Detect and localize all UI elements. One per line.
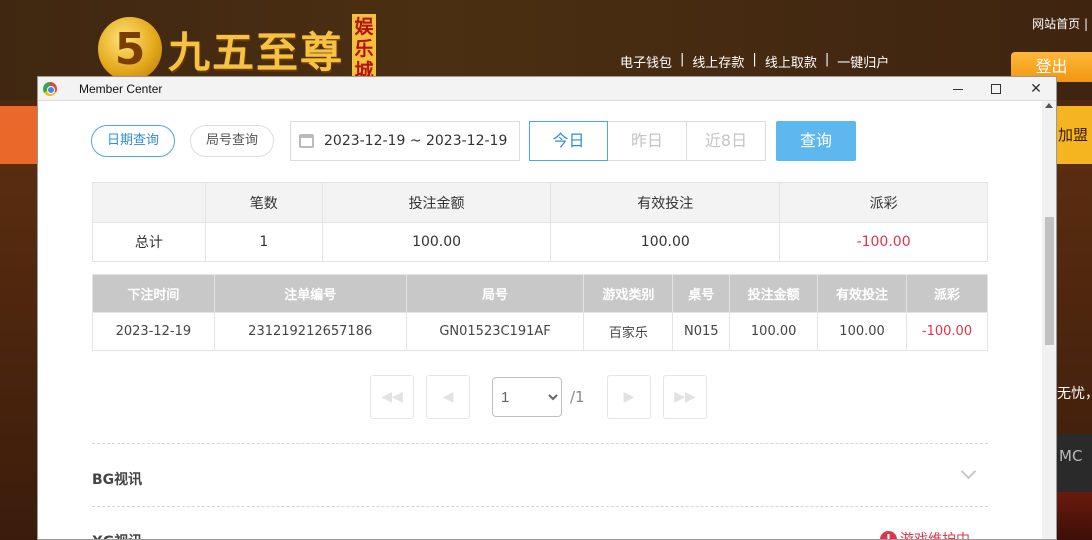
summary-header-cell: 有效投注 xyxy=(550,182,781,223)
alert-icon: ! xyxy=(880,530,897,539)
valid-bet-cell: 100.00 xyxy=(817,312,907,351)
calendar-icon xyxy=(299,134,314,148)
close-button[interactable]: ✕ xyxy=(1016,77,1056,101)
close-icon: ✕ xyxy=(1030,81,1042,97)
detail-header-cell: 局号 xyxy=(405,274,585,313)
filter-yesterday-button[interactable]: 昨日 xyxy=(608,121,687,161)
detail-header-cell: 下注时间 xyxy=(92,274,215,313)
summary-header-cell: 派彩 xyxy=(779,182,988,223)
summary-cell: 100.00 xyxy=(321,222,552,262)
detail-header-row: 下注时间 注单编号 局号 游戏类别 桌号 投注金额 有效投注 派彩 xyxy=(92,274,988,313)
chevron-left-icon: ◀ xyxy=(442,389,454,405)
bet-detail-table: 下注时间 注单编号 局号 游戏类别 桌号 投注金额 有效投注 派彩 2023-1… xyxy=(92,274,988,351)
detail-header-cell: 有效投注 xyxy=(817,274,907,313)
minimize-icon xyxy=(953,88,963,90)
query-button[interactable]: 查询 xyxy=(776,121,856,161)
detail-header-cell: 游戏类别 xyxy=(583,274,674,313)
summary-cell: 1 xyxy=(204,222,323,262)
browser-app-icon xyxy=(43,81,57,96)
detail-header-cell: 桌号 xyxy=(672,274,731,313)
summary-header-cell: 笔数 xyxy=(204,182,323,223)
filter-today-button[interactable]: 今日 xyxy=(529,121,608,161)
side-banner-text: 无忧， xyxy=(1057,386,1092,402)
minimize-button[interactable] xyxy=(938,77,978,101)
join-banner[interactable]: 加盟 xyxy=(1056,106,1092,164)
summary-cell: 总计 xyxy=(92,222,206,262)
payout-cell: -100.00 xyxy=(906,312,988,351)
section-divider xyxy=(92,443,988,444)
filter-8days-button[interactable]: 近8日 xyxy=(687,121,766,161)
summary-cell: -100.00 xyxy=(779,222,988,262)
chevron-right-icon: ▶ xyxy=(623,389,635,405)
logo-emblem: 5 xyxy=(98,17,162,81)
summary-table: 笔数 投注金额 有效投注 派彩 总计 1 100.00 100.00 -100.… xyxy=(92,182,988,262)
section-bg-video[interactable]: BG视讯 xyxy=(92,469,142,489)
maintenance-badge: ! 游戏维护中 xyxy=(880,529,970,540)
nav-consolidate[interactable]: 一键归户 xyxy=(837,52,889,71)
bet-time-cell: 2023-12-19 xyxy=(92,312,215,351)
section-xg-video[interactable]: XG视讯 xyxy=(92,531,142,539)
maximize-button[interactable] xyxy=(976,77,1016,101)
vertical-scrollbar[interactable] xyxy=(1042,101,1056,539)
page-total: /1 xyxy=(570,388,585,406)
site-logo[interactable]: 5 九五至尊 娱乐城 xyxy=(98,14,377,84)
bet-id-cell: 231219212657186 xyxy=(213,312,407,351)
date-range-input[interactable]: 2023-12-19 ~ 2023-12-19 xyxy=(290,121,520,161)
first-page-button[interactable]: ◀◀ xyxy=(370,375,414,419)
table-no-cell: N015 xyxy=(672,312,731,351)
home-link[interactable]: 网站首页 | xyxy=(1032,15,1088,32)
page-select[interactable]: 1 xyxy=(492,377,562,417)
scroll-thumb[interactable] xyxy=(1045,217,1054,345)
logo-tag: 娱乐城 xyxy=(352,14,377,84)
scroll-up-arrow-icon[interactable] xyxy=(1045,103,1053,108)
member-center-window: Member Center ✕ 日期查询 局号查询 2023-12-19 ~ 2… xyxy=(37,76,1057,540)
double-chevron-left-icon: ◀◀ xyxy=(381,389,403,405)
window-title: Member Center xyxy=(79,81,163,96)
chevron-down-icon[interactable] xyxy=(960,463,977,480)
window-titlebar[interactable]: Member Center ✕ xyxy=(38,77,1056,101)
nav-wallet[interactable]: 电子钱包 xyxy=(620,52,672,71)
section-divider xyxy=(92,506,988,507)
nav-withdraw[interactable]: 线上取款 xyxy=(765,52,817,71)
summary-cell: 100.00 xyxy=(550,222,781,262)
detail-header-cell: 投注金额 xyxy=(729,274,819,313)
summary-total-row: 总计 1 100.00 100.00 -100.00 xyxy=(92,222,988,262)
bet-amount-cell: 100.00 xyxy=(729,312,819,351)
side-game-image xyxy=(1057,492,1092,540)
promo-band xyxy=(0,106,40,164)
site-nav: 电子钱包 | 线上存款 | 线上取款 | 一键归户 xyxy=(620,52,890,71)
round-id-cell: GN01523C191AF xyxy=(405,312,585,351)
logo-text: 九五至尊 xyxy=(168,27,345,77)
summary-header-row: 笔数 投注金额 有效投注 派彩 xyxy=(92,182,988,223)
table-row[interactable]: 2023-12-19 231219212657186 GN01523C191AF… xyxy=(92,312,988,351)
date-range-value: 2023-12-19 ~ 2023-12-19 xyxy=(324,133,508,149)
maintenance-text: 游戏维护中 xyxy=(900,532,970,540)
summary-header-cell xyxy=(92,182,206,223)
detail-header-cell: 派彩 xyxy=(906,274,988,313)
game-type-cell: 百家乐 xyxy=(583,312,674,351)
nav-deposit[interactable]: 线上存款 xyxy=(692,52,744,71)
prev-page-button[interactable]: ◀ xyxy=(426,375,470,419)
member-center-content: 日期查询 局号查询 2023-12-19 ~ 2023-12-19 今日 昨日 … xyxy=(38,101,1042,540)
maximize-icon xyxy=(991,84,1001,94)
side-game-tile[interactable]: MC xyxy=(1057,434,1092,492)
detail-header-cell: 注单编号 xyxy=(213,274,407,313)
summary-header-cell: 投注金额 xyxy=(321,182,552,223)
double-chevron-right-icon: ▶▶ xyxy=(674,389,696,405)
last-page-button[interactable]: ▶▶ xyxy=(663,375,707,419)
tab-round-query[interactable]: 局号查询 xyxy=(190,125,274,157)
tab-date-query[interactable]: 日期查询 xyxy=(91,125,175,157)
next-page-button[interactable]: ▶ xyxy=(607,375,651,419)
